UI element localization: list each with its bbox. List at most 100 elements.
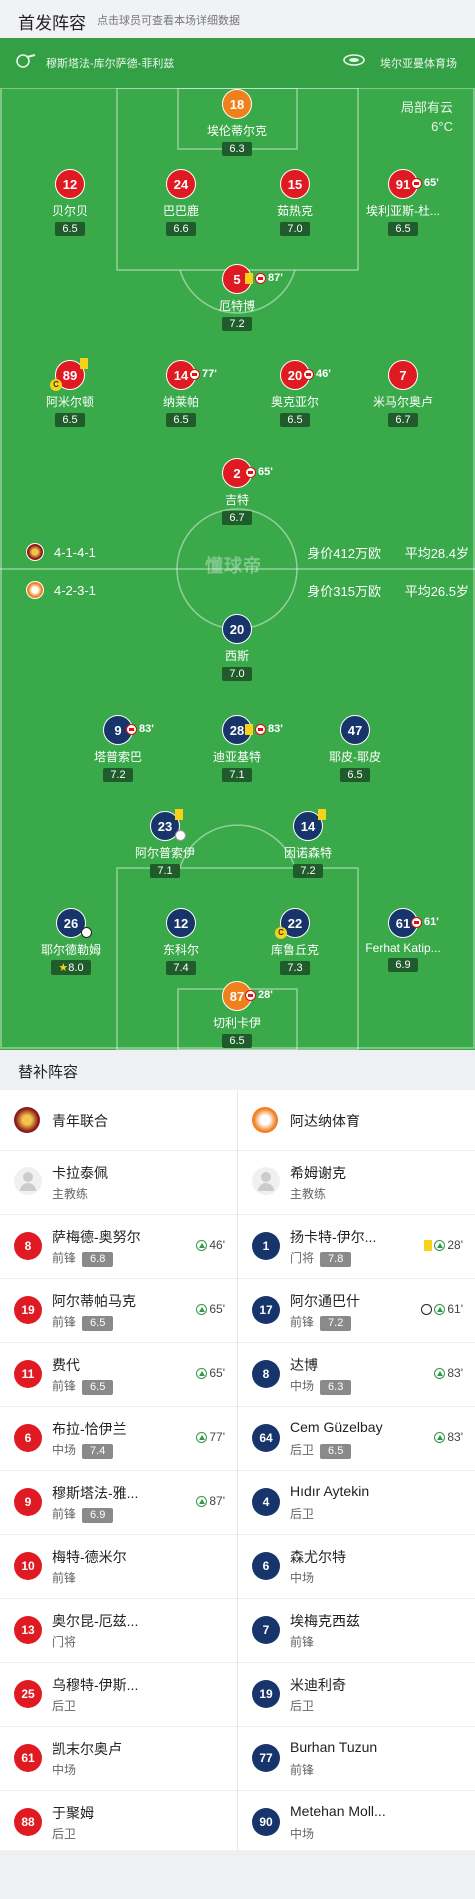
player-number: 20 — [222, 614, 252, 644]
sub-player-row[interactable]: 9 穆斯塔法-雅... 前锋 6.9 87' — [0, 1471, 237, 1535]
player-rating: 7.3 — [280, 961, 310, 975]
sub-number: 13 — [14, 1616, 42, 1644]
lineup-header: 首发阵容 点击球员可查看本场详细数据 — [0, 0, 475, 38]
sub-player-row[interactable]: 25 乌穆特-伊斯... 后卫 — [0, 1663, 237, 1727]
sub-player-row[interactable]: 4 Hıdır Aytekin 后卫 — [238, 1471, 475, 1535]
sub-name: 萨梅德-奥努尔 — [52, 1229, 141, 1245]
away-coach-row[interactable]: 希姆谢克 主教练 — [238, 1151, 475, 1215]
away-player-gk[interactable]: 87 28' 切利卡伊 6.5 — [182, 981, 292, 1049]
home-player[interactable]: 15 茹热克 7.0 — [240, 169, 350, 237]
home-player-gk[interactable]: 18 埃伦蒂尔克 6.3 — [182, 89, 292, 157]
sub-off-marker: 46' — [303, 359, 331, 389]
sub-player-row[interactable]: 61 凯末尔奥卢 中场 — [0, 1727, 237, 1791]
home-player[interactable]: 91 65' 埃利亚斯-杜... 6.5 — [348, 169, 458, 237]
player-rating: 7.0 — [280, 222, 310, 236]
away-player[interactable]: 12 东科尔 7.4 — [126, 908, 236, 976]
captain-badge: C — [275, 927, 287, 939]
player-number: 47 — [340, 715, 370, 745]
player-rating: 6.9 — [388, 958, 418, 972]
away-player[interactable]: 22 C 库鲁丘克 7.3 — [240, 908, 350, 976]
sub-name: 布拉-恰伊兰 — [52, 1421, 127, 1437]
referee-name: 穆斯塔法-库尔萨德-菲利兹 — [46, 58, 175, 70]
player-name: 因诺森特 — [283, 846, 332, 860]
player-rating: 7.1 — [222, 768, 252, 782]
sub-player-row[interactable]: 64 Cem Güzelbay 后卫 6.5 83' — [238, 1407, 475, 1471]
sub-number: 4 — [252, 1488, 280, 1516]
sub-player-row[interactable]: 90 Metehan Moll... 中场 — [238, 1791, 475, 1855]
sub-in-event: 83' — [434, 1366, 463, 1380]
sub-in-event: 65' — [196, 1366, 225, 1380]
player-name: 阿尔普索伊 — [134, 846, 195, 860]
home-player[interactable]: 2 65' 吉特 6.7 — [182, 458, 292, 526]
sub-player-row[interactable]: 11 费代 前锋 6.5 65' — [0, 1343, 237, 1407]
sub-off-marker: 28' — [245, 980, 273, 1010]
player-rating: 7.2 — [293, 864, 323, 878]
sub-player-row[interactable]: 17 阿尔通巴什 前锋 7.2 61' — [238, 1279, 475, 1343]
sub-player-row[interactable]: 88 于聚姆 后卫 — [0, 1791, 237, 1855]
away-player[interactable]: 47 耶皮-耶皮 6.5 — [300, 715, 410, 783]
sub-name: 于聚姆 — [52, 1805, 94, 1821]
sub-player-row[interactable]: 6 布拉-恰伊兰 中场 7.4 77' — [0, 1407, 237, 1471]
away-player[interactable]: 14 因诺森特 7.2 — [253, 809, 363, 879]
home-player[interactable]: 12 贝尔贝 6.5 — [15, 169, 125, 237]
sub-player-row[interactable]: 19 米迪利奇 后卫 — [238, 1663, 475, 1727]
sub-rating: 6.5 — [82, 1316, 114, 1331]
sub-player-row[interactable]: 19 阿尔蒂帕马克 前锋 6.5 65' — [0, 1279, 237, 1343]
sub-number: 90 — [252, 1808, 280, 1836]
sub-player-row[interactable]: 8 萨梅德-奥努尔 前锋 6.8 46' — [0, 1215, 237, 1279]
player-rating: 6.5 — [280, 413, 310, 427]
home-avg-age: 平均28.4岁 — [404, 546, 469, 561]
sub-player-row[interactable]: 6 森尤尔特 中场 — [238, 1535, 475, 1599]
player-number: 12 — [55, 169, 85, 199]
player-rating: 7.0 — [222, 667, 252, 681]
sub-name: 穆斯塔法-雅... — [52, 1485, 139, 1501]
away-formation-text: 4-2-3-1 — [54, 582, 96, 598]
player-number: 22 C — [275, 908, 310, 939]
sub-number: 19 — [14, 1296, 42, 1324]
goal-ball-icon — [421, 1303, 433, 1315]
away-player[interactable]: 26 耶尔德勒姆 ★8.0 — [16, 908, 126, 976]
player-rating: 6.3 — [222, 142, 252, 156]
sub-name: 森尤尔特 — [290, 1549, 346, 1565]
player-rating: ★8.0 — [51, 960, 91, 975]
sub-name: 阿尔通巴什 — [290, 1293, 360, 1309]
lineup-hint: 点击球员可查看本场详细数据 — [97, 15, 240, 27]
sub-player-row[interactable]: 8 达博 中场 6.3 83' — [238, 1343, 475, 1407]
player-rating: 6.5 — [388, 222, 418, 236]
coach-name: 卡拉泰佩 — [52, 1165, 108, 1181]
home-player[interactable]: 14 77' 纳莱帕 6.5 — [126, 360, 236, 428]
sub-position: 前锋 6.5 — [52, 1377, 114, 1395]
home-player[interactable]: 89 C 阿米尔顿 6.5 — [15, 358, 125, 428]
home-player[interactable]: 7 米马尔奥卢 6.7 — [348, 360, 458, 428]
home-player[interactable]: 20 46' 奥克亚尔 6.5 — [240, 360, 350, 428]
sub-rating: 6.9 — [82, 1508, 114, 1523]
sub-position: 前锋 6.8 — [52, 1249, 114, 1267]
sub-number: 77 — [252, 1744, 280, 1772]
sub-in-event: 83' — [434, 1430, 463, 1444]
home-player[interactable]: 24 巴巴鹿 6.6 — [126, 169, 236, 237]
sub-player-row[interactable]: 77 Burhan Tuzun 前锋 — [238, 1727, 475, 1791]
sub-off-icon — [411, 916, 422, 928]
player-number: 87 28' — [222, 981, 273, 1011]
away-player[interactable]: 61 61' Ferhat Katip... 6.9 — [348, 908, 458, 973]
sub-player-row[interactable]: 1 扬卡特-伊尔... 门将 7.8 28' — [238, 1215, 475, 1279]
home-player[interactable]: 5 87' 厄特博 7.2 — [182, 264, 292, 332]
player-name: 阿米尔顿 — [45, 395, 94, 409]
sub-player-row[interactable]: 13 奥尔昆-厄兹... 门将 — [0, 1599, 237, 1663]
away-player[interactable]: 20 西斯 7.0 — [182, 614, 292, 682]
coach-avatar-icon — [14, 1167, 42, 1195]
home-formation-text: 4-1-4-1 — [54, 544, 96, 560]
captain-badge: C — [50, 379, 62, 391]
away-player[interactable]: 23 阿尔普索伊 7.1 — [110, 809, 220, 879]
sub-number: 64 — [252, 1424, 280, 1452]
player-name: 耶皮-耶皮 — [329, 750, 381, 764]
sub-player-row[interactable]: 10 梅特-德米尔 前锋 — [0, 1535, 237, 1599]
player-number: 61 61' — [388, 908, 439, 938]
away-player[interactable]: 28 83' 迪亚基特 7.1 — [182, 715, 292, 783]
sub-in-icon — [196, 1495, 208, 1507]
sub-player-row[interactable]: 7 埃梅克西兹 前锋 — [238, 1599, 475, 1663]
player-name: 厄特博 — [218, 299, 255, 313]
sub-rating: 7.4 — [82, 1444, 114, 1459]
home-coach-row[interactable]: 卡拉泰佩 主教练 — [0, 1151, 237, 1215]
away-player[interactable]: 9 83' 塔普索巴 7.2 — [63, 715, 173, 783]
